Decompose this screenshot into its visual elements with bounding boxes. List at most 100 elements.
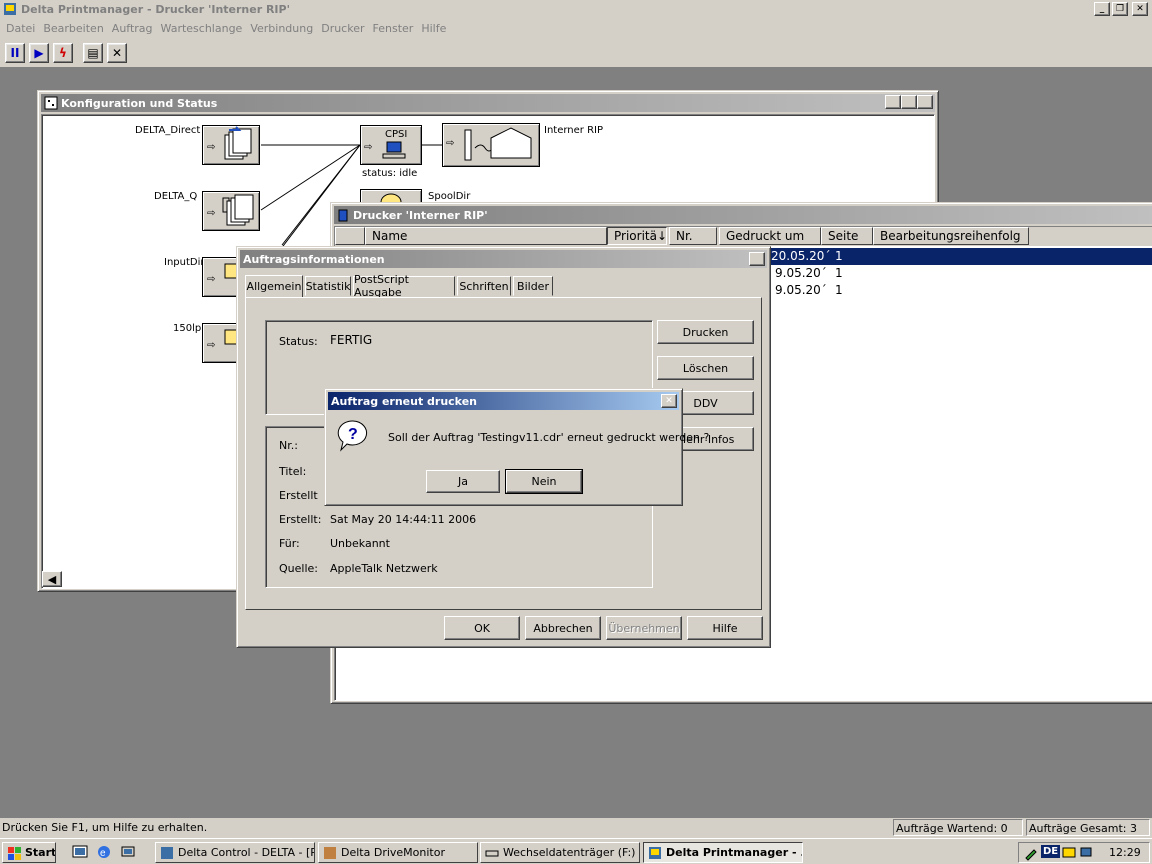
task-label: Delta DriveMonitor [341,846,445,859]
row-page: 1 [835,249,843,263]
menu-warteschlange[interactable]: Warteschlange [159,22,249,35]
input-label-150lpi: 150lpi [173,323,204,334]
tab-strip: Allgemein Statistik PostScript Ausgabe S… [245,273,765,299]
menu-datei[interactable]: Datei [4,22,41,35]
confirm-message: Soll der Auftrag 'Testingv11.cdr' erneut… [388,431,710,444]
input-node-delta-direct[interactable]: ⇨ [202,125,260,165]
documents-icon: ⇨ [207,126,252,160]
print-button[interactable]: Drucken [657,320,754,344]
row-printed-at: 20.05.20´ [771,249,831,263]
app-title: Delta Printmanager - Drucker 'Interner R… [21,2,290,16]
col-order[interactable]: Bearbeitungsreihenfolg [873,227,1029,245]
printer-window-icon [338,209,348,222]
config-window-caption: Konfiguration und Status _ □ ✕ [41,94,935,112]
field-source-value: AppleTalk Netzwerk [330,562,438,575]
input-label-delta-q: DELTA_Q [154,191,198,202]
help-button[interactable]: Hilfe [687,616,763,640]
field-for-label: Für: [279,537,300,550]
task-delta-control[interactable]: Delta Control - DELTA - [P... [155,842,315,863]
task-label: Delta Printmanager - ... [666,846,803,859]
menu-hilfe[interactable]: Hilfe [419,22,452,35]
pause-icon[interactable]: II [5,43,25,63]
ie-icon[interactable]: e [96,844,112,860]
tray-tool-icon[interactable] [1023,845,1039,861]
status-bar: Drücken Sie F1, um Hilfe zu erhalten. Au… [0,818,1152,838]
start-button[interactable]: Start [2,842,56,863]
task-drive-monitor[interactable]: Delta DriveMonitor [318,842,478,863]
tab-allgemein[interactable]: Allgemein [245,275,303,297]
drive-icon [485,850,499,856]
col-nr[interactable]: Nr. [669,227,717,245]
minimize-icon[interactable]: _ [885,95,901,109]
task-label: Delta Control - DELTA - [P... [178,846,315,859]
tray-monitor-icon[interactable] [1061,845,1077,861]
col-page[interactable]: Seite [821,227,873,245]
field-for-value: Unbekannt [330,537,390,550]
status-total: Aufträge Gesamt: 3 [1029,822,1137,835]
col-printed-at[interactable]: Gedruckt um [719,227,821,245]
printer-node[interactable]: ⇨ [442,123,540,167]
confirm-caption: Auftrag erneut drucken ✕ [328,392,679,410]
printer-label: Interner RIP [544,125,604,136]
close-icon[interactable]: ✕ [661,394,677,408]
close-icon[interactable]: ✕ [1132,2,1148,16]
app-icon [4,3,16,15]
input-label-delta-direct: DELTA_Direct [135,125,201,136]
col-select[interactable] [335,227,365,245]
input-node-delta-q[interactable]: ⇨ [202,191,260,231]
printer-window-title: Drucker 'Interner RIP' [353,208,488,222]
menu-fenster[interactable]: Fenster [371,22,420,35]
delete-button[interactable]: Löschen [657,356,754,380]
properties-icon[interactable]: ▤ [83,43,103,63]
tab-bilder[interactable]: Bilder [513,276,553,296]
svg-text:⇨: ⇨ [207,274,215,285]
row-page: 1 [835,283,843,297]
field-creator-label: Erstellt [279,489,318,502]
status-label: Status: [279,335,318,348]
config-window-title: Konfiguration und Status [61,96,218,110]
network-icon[interactable] [120,844,136,860]
close-icon[interactable]: ✕ [749,252,765,266]
menu-bearbeiten[interactable]: Bearbeiten [41,22,109,35]
tab-schriften[interactable]: Schriften [457,276,511,296]
input-label-inputdir: InputDir [164,257,205,268]
language-indicator[interactable]: DE [1041,845,1061,858]
start-label: Start [25,846,56,859]
tray-network-icon[interactable] [1079,845,1095,861]
spool-node[interactable] [360,189,422,211]
taskbar: Start e Delta Control - DELTA - [P... De… [0,838,1152,864]
svg-text:?: ? [348,426,358,443]
cpsi-node[interactable]: CPSI ⇨ [360,125,422,165]
task-removable-drive[interactable]: Wechseldatenträger (F:) [480,842,640,863]
scroll-left-button[interactable]: ◀ [42,571,62,587]
stop-icon[interactable]: ϟ [53,43,73,63]
printer-device-icon: ⇨ [446,127,532,161]
minimize-icon[interactable]: _ [1094,2,1110,16]
close-icon[interactable]: ✕ [917,95,933,109]
cpsi-status: status: idle [362,168,418,179]
svg-text:⇨: ⇨ [364,142,372,153]
menu-drucker[interactable]: Drucker [319,22,370,35]
task-delta-printmanager[interactable]: Delta Printmanager - ... [643,842,803,863]
printer-window-caption: Drucker 'Interner RIP' [334,206,1152,224]
menu-verbindung[interactable]: Verbindung [248,22,319,35]
col-name[interactable]: Name [365,227,607,245]
col-priority[interactable]: Prioritä↓ [607,227,667,245]
clock: 12:29 [1109,846,1141,859]
cancel-button[interactable]: Abbrechen [525,616,601,640]
apply-button[interactable]: Übernehmen [606,616,682,640]
desktop-icon[interactable] [72,844,88,860]
job-info-caption: Auftragsinformationen ✕ [240,250,767,268]
play-icon[interactable]: ▶ [29,43,49,63]
tab-statistik[interactable]: Statistik [305,276,351,296]
ok-button[interactable]: OK [444,616,520,640]
status-total-panel: Aufträge Gesamt: 3 [1026,819,1150,836]
question-icon: ? [337,420,368,452]
maximize-icon[interactable]: □ [901,95,917,109]
tab-postscript[interactable]: PostScript Ausgabe [353,273,455,299]
no-button[interactable]: Nein [505,469,583,494]
delete-icon[interactable]: ✕ [107,43,127,63]
yes-button[interactable]: Ja [426,470,500,493]
restore-icon[interactable]: ❐ [1112,2,1128,16]
menu-auftrag[interactable]: Auftrag [110,22,159,35]
